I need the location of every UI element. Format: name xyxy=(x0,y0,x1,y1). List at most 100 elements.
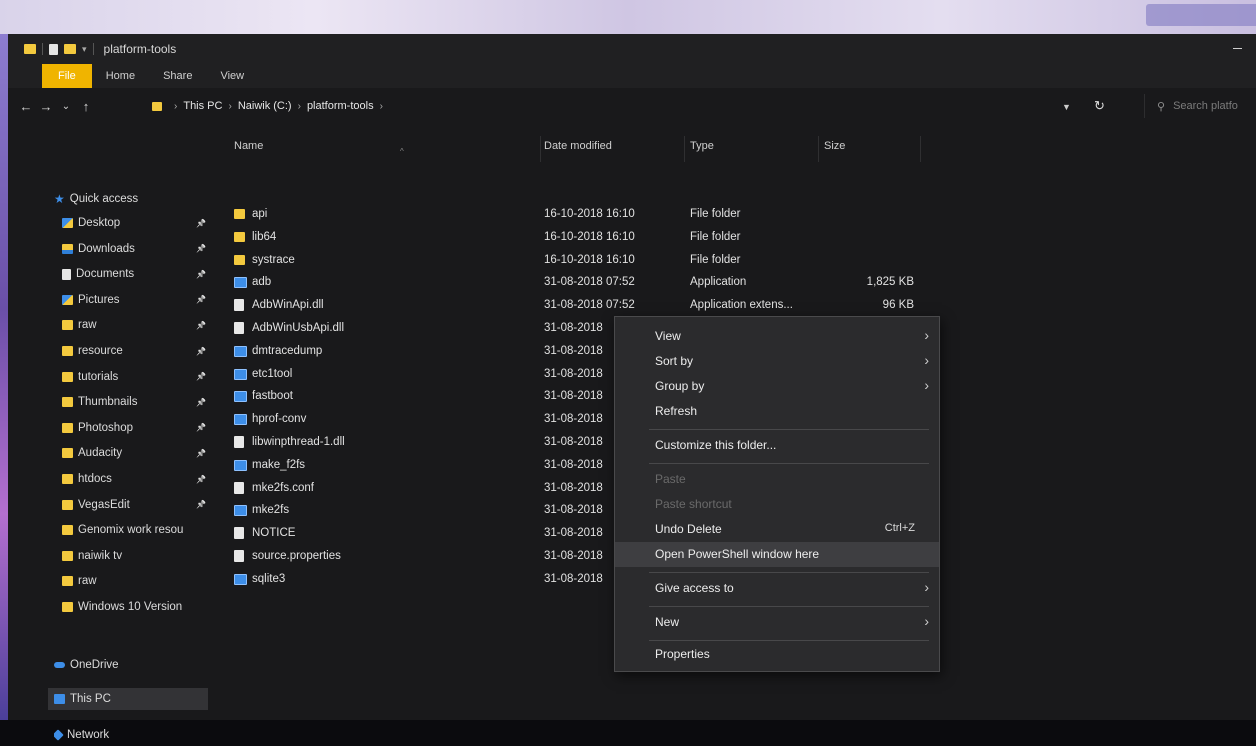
sidebar-item[interactable]: Audacity 📌 xyxy=(62,442,208,464)
pin-icon[interactable]: 📌 xyxy=(194,398,208,407)
menu-item-give-access[interactable]: Give access to › xyxy=(615,576,939,601)
sidebar-item-label: Network xyxy=(67,729,110,741)
menu-item-open-powershell[interactable]: Open PowerShell window here xyxy=(615,542,939,567)
chevron-right-icon[interactable]: › xyxy=(174,101,177,112)
menu-separator xyxy=(649,606,929,607)
sidebar-network[interactable]: Network xyxy=(54,724,214,746)
folder-icon xyxy=(62,320,73,331)
pictures-icon xyxy=(62,294,73,305)
chevron-right-icon[interactable]: › xyxy=(298,101,301,112)
menu-item-customize-folder[interactable]: Customize this folder... xyxy=(615,433,939,458)
search-box[interactable]: ⚲ Search platfo xyxy=(1144,94,1256,118)
column-header-size[interactable]: Size xyxy=(818,136,921,162)
sidebar-item[interactable]: tutorials 📌 xyxy=(62,366,208,388)
tab-home[interactable]: Home xyxy=(92,64,149,88)
tab-share[interactable]: Share xyxy=(149,64,206,88)
file-row[interactable]: systrace 16-10-2018 16:10 File folder xyxy=(228,250,928,272)
menu-item-refresh[interactable]: Refresh xyxy=(615,399,939,424)
address-dropdown-icon[interactable]: ▼ xyxy=(1062,102,1071,112)
sidebar-item[interactable]: Photoshop 📌 xyxy=(62,417,208,439)
new-folder-icon[interactable] xyxy=(64,44,76,54)
sidebar-onedrive[interactable]: OneDrive xyxy=(54,654,214,676)
menu-item-paste: Paste xyxy=(615,467,939,492)
tab-view[interactable]: View xyxy=(206,64,258,88)
up-arrow-icon[interactable]: ↑ xyxy=(76,99,96,114)
sidebar-item[interactable]: Downloads 📌 xyxy=(62,238,208,260)
file-icon xyxy=(234,299,244,312)
file-date: 16-10-2018 16:10 xyxy=(544,230,635,243)
properties-icon[interactable] xyxy=(49,43,58,55)
customize-toolbar-chevron-icon[interactable]: ▾ xyxy=(82,44,87,55)
pin-icon[interactable]: 📌 xyxy=(194,270,208,279)
pin-icon[interactable]: 📌 xyxy=(194,423,208,432)
chevron-right-icon[interactable]: › xyxy=(228,101,231,112)
pin-icon[interactable]: 📌 xyxy=(194,347,208,356)
menu-item-label: Paste shortcut xyxy=(655,497,732,511)
file-name: dmtracedump xyxy=(252,344,323,357)
back-arrow-icon[interactable]: ← xyxy=(16,99,36,114)
menu-item-label: Give access to xyxy=(655,581,734,595)
column-header-type[interactable]: Type xyxy=(684,136,819,162)
sidebar-item[interactable]: raw xyxy=(62,570,208,592)
pin-icon[interactable]: 📌 xyxy=(194,449,208,458)
file-row[interactable]: api 16-10-2018 16:10 File folder xyxy=(228,204,928,226)
sidebar-item[interactable]: raw 📌 xyxy=(62,314,208,336)
sidebar-item[interactable]: Windows 10 Version xyxy=(62,596,208,618)
folder-icon xyxy=(62,422,73,433)
sidebar-item-label: Thumbnails xyxy=(78,396,138,409)
menu-separator xyxy=(649,640,929,641)
minimize-button[interactable] xyxy=(1233,48,1242,49)
file-row[interactable]: AdbWinApi.dll 31-08-2018 07:52 Application… xyxy=(228,295,928,317)
column-header-date[interactable]: Date modified xyxy=(538,136,685,162)
chevron-right-icon[interactable]: › xyxy=(380,101,383,112)
file-date: 31-08-2018 xyxy=(544,458,603,471)
pin-icon[interactable]: 📌 xyxy=(194,372,208,381)
pin-icon[interactable]: 📌 xyxy=(194,244,208,253)
column-header-name[interactable]: Name ^ xyxy=(228,136,541,162)
file-row[interactable]: adb 31-08-2018 07:52 Application 1,825 KB xyxy=(228,272,928,294)
refresh-icon[interactable]: ↻ xyxy=(1094,98,1105,114)
file-name: AdbWinUsbApi.dll xyxy=(252,322,345,334)
wallpaper-watermark xyxy=(1146,4,1256,26)
sidebar-item[interactable]: VegasEdit 📌 xyxy=(62,494,208,516)
sidebar-item[interactable]: htdocs 📌 xyxy=(62,468,208,490)
pin-icon[interactable]: 📌 xyxy=(194,475,208,484)
menu-item-properties[interactable]: Properties xyxy=(615,642,939,667)
sidebar-item-label: Windows 10 Version xyxy=(78,601,183,613)
sidebar-item[interactable]: Pictures 📌 xyxy=(62,289,208,311)
sidebar-item-label: Photoshop xyxy=(78,421,133,434)
sidebar-item[interactable]: naiwik tv xyxy=(62,545,208,567)
navigation-bar: ← → ⌄ ↑ › This PC › Naiwik (C:) › platfo… xyxy=(8,88,1256,124)
file-type: File folder xyxy=(690,253,741,266)
menu-item-view[interactable]: View › xyxy=(615,324,939,349)
file-date: 31-08-2018 07:52 xyxy=(544,276,635,289)
sidebar-item[interactable]: resource 📌 xyxy=(62,340,208,362)
pin-icon[interactable]: 📌 xyxy=(194,321,208,330)
file-date: 31-08-2018 xyxy=(544,572,603,585)
breadcrumb-this-pc[interactable]: This PC xyxy=(183,100,222,112)
forward-arrow-icon[interactable]: → xyxy=(36,99,56,114)
file-type: Application xyxy=(690,276,747,289)
search-placeholder[interactable]: Search platfo xyxy=(1173,100,1238,112)
file-row[interactable]: lib64 16-10-2018 16:10 File folder xyxy=(228,227,928,249)
sidebar-item[interactable]: Genomix work resou xyxy=(62,519,208,541)
tab-file[interactable]: File xyxy=(42,64,92,88)
address-bar[interactable]: › This PC › Naiwik (C:) › platform-tools… xyxy=(152,94,1058,118)
menu-item-group-by[interactable]: Group by › xyxy=(615,374,939,399)
recent-locations-chevron-icon[interactable]: ⌄ xyxy=(56,101,76,112)
sidebar-this-pc[interactable]: This PC xyxy=(48,688,208,710)
menu-item-new[interactable]: New › xyxy=(615,610,939,635)
sidebar-quick-access[interactable]: ★ Quick access xyxy=(54,188,214,210)
breadcrumb-platform-tools[interactable]: platform-tools xyxy=(307,100,374,112)
breadcrumb-drive[interactable]: Naiwik (C:) xyxy=(238,100,292,112)
pin-icon[interactable]: 📌 xyxy=(194,500,208,509)
sidebar-item[interactable]: Thumbnails 📌 xyxy=(62,391,208,413)
pin-icon[interactable]: 📌 xyxy=(194,219,208,228)
sidebar-item[interactable]: Desktop 📌 xyxy=(62,212,208,234)
menu-item-undo-delete[interactable]: Undo Delete Ctrl+Z xyxy=(615,517,939,542)
sidebar-item[interactable]: Documents 📌 xyxy=(62,263,208,285)
file-size: 1,825 KB xyxy=(866,276,914,289)
pin-icon[interactable]: 📌 xyxy=(194,295,208,304)
menu-item-sort-by[interactable]: Sort by › xyxy=(615,349,939,374)
file-name: source.properties xyxy=(252,550,341,562)
